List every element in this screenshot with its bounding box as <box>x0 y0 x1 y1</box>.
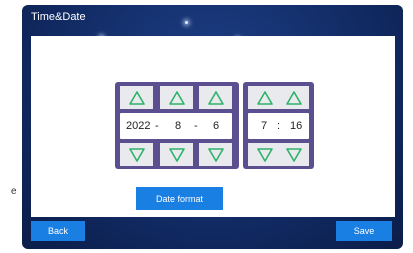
device-screen: Time&Date 2022 - 8 - 6 7: 16 Date forma… <box>22 5 403 249</box>
hour-up-button[interactable] <box>248 86 281 109</box>
minute-down-button[interactable] <box>279 143 309 166</box>
day-up-button[interactable] <box>199 86 232 109</box>
minute-value: 16 <box>290 120 303 132</box>
year-up-button[interactable] <box>120 86 153 109</box>
down-arrow-icon <box>168 147 185 162</box>
edge-character: e <box>11 186 17 197</box>
settings-panel: 2022 - 8 - 6 7: 16 Date format <box>31 36 395 217</box>
day-down-button[interactable] <box>199 143 232 166</box>
date-picker: 2022 - 8 - 6 <box>115 82 239 169</box>
time-picker: 7 : 16 <box>243 82 314 169</box>
up-arrow-icon <box>256 90 273 105</box>
time-readout: 7 : 16 <box>248 113 309 139</box>
date-format-button[interactable]: Date format <box>136 187 223 210</box>
minute-up-button[interactable] <box>279 86 309 109</box>
down-arrow-icon <box>256 147 273 162</box>
time-separator: : <box>277 120 281 132</box>
year-value: 2022 <box>126 120 151 132</box>
month-value: 8 <box>175 120 182 132</box>
up-arrow-icon <box>128 90 145 105</box>
up-arrow-icon <box>168 90 185 105</box>
month-up-button[interactable] <box>160 86 193 109</box>
down-arrow-icon <box>207 147 224 162</box>
year-down-button[interactable] <box>120 143 153 166</box>
month-down-button[interactable] <box>160 143 193 166</box>
sparkle-decoration <box>185 21 188 24</box>
day-value: 6 <box>213 120 220 132</box>
back-button[interactable]: Back <box>31 221 85 241</box>
up-arrow-icon <box>286 90 302 105</box>
date-readout: 2022 - 8 - 6 <box>120 113 232 139</box>
hour-down-button[interactable] <box>248 143 281 166</box>
save-button[interactable]: Save <box>336 221 392 241</box>
date-separator: - <box>155 120 159 132</box>
up-arrow-icon <box>207 90 224 105</box>
date-separator: - <box>194 120 198 132</box>
down-arrow-icon <box>286 147 302 162</box>
page-title: Time&Date <box>31 11 86 23</box>
hour-value: 7 <box>261 120 268 132</box>
down-arrow-icon <box>128 147 145 162</box>
